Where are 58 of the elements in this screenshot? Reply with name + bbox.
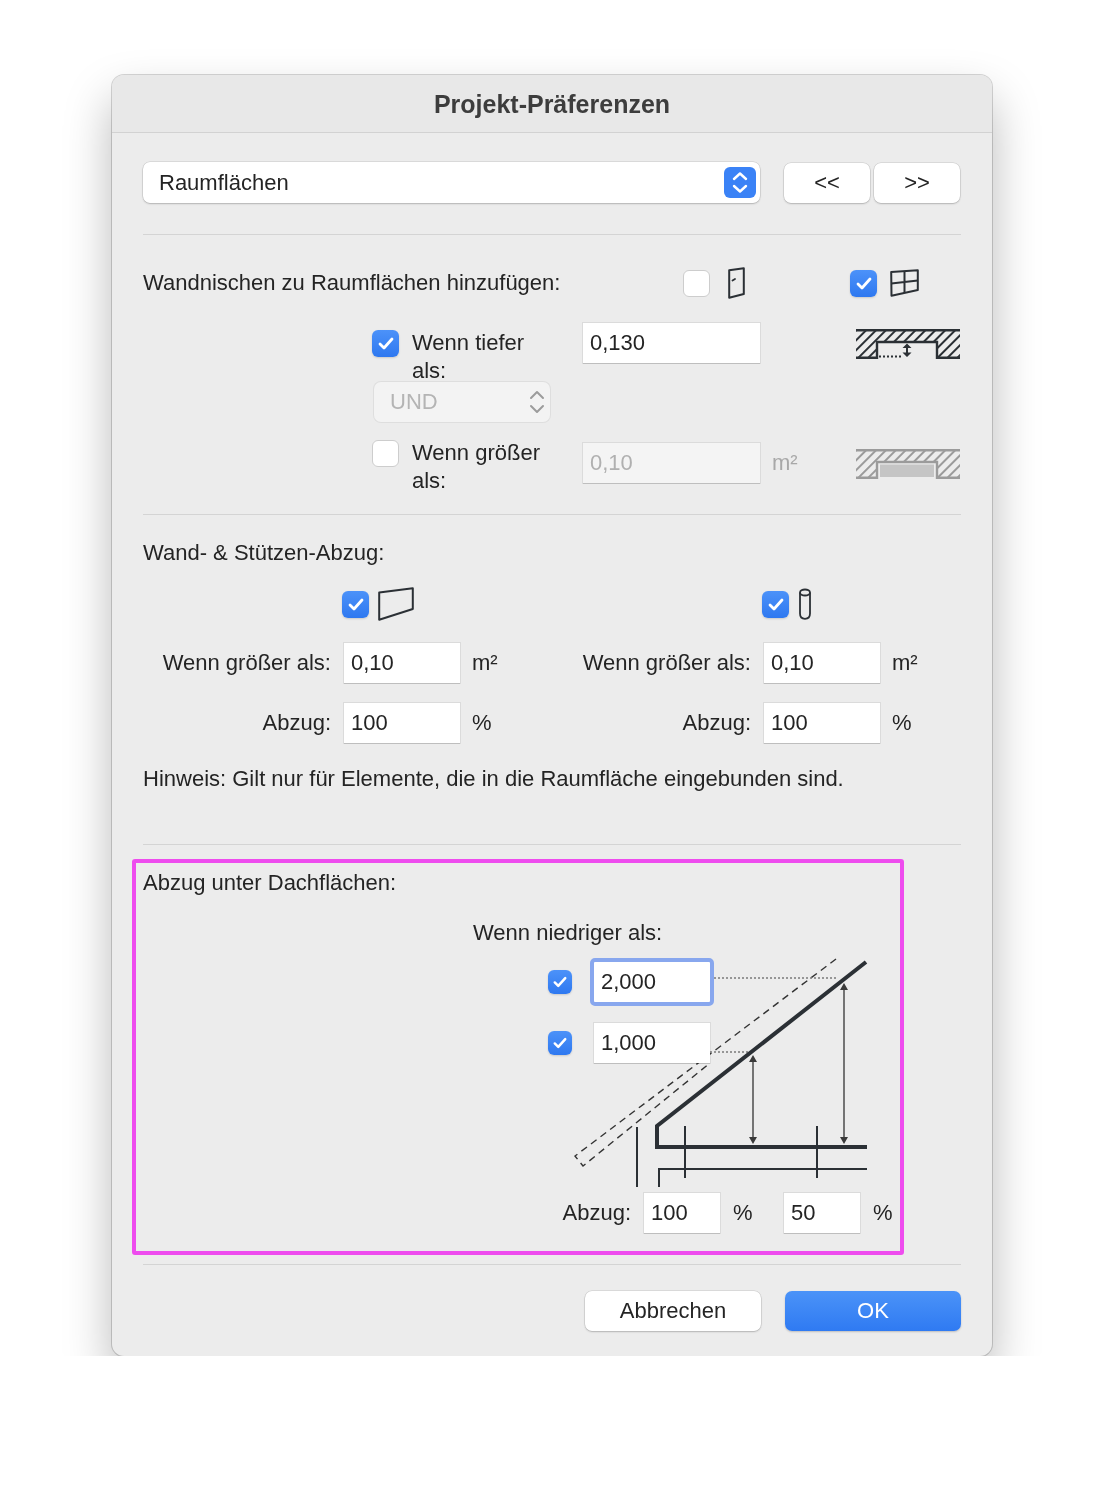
previous-page-button[interactable]: <<	[784, 162, 870, 203]
text-field[interactable]: 0,10	[764, 643, 880, 683]
field-label: Abzug:	[682, 709, 751, 737]
checkmark-icon	[377, 337, 394, 350]
field-label: Wenn größer als:	[412, 439, 541, 495]
unit-label: %	[873, 1199, 894, 1227]
checkmark-icon	[855, 276, 872, 290]
window-icon	[890, 269, 919, 297]
note-text: Hinweis: Gilt nur für Elemente, die in die Raumfläche eingebunden sind.	[143, 765, 845, 793]
checkmark-icon	[347, 597, 364, 611]
next-page-button[interactable]: >>	[874, 162, 960, 203]
unit-label: %	[733, 1199, 754, 1227]
field-label: Wenn niedriger als:	[472, 919, 664, 947]
page-dropdown[interactable]: Raumflächen	[143, 162, 760, 203]
unit-label: %	[472, 709, 493, 737]
unit-label: m²	[892, 649, 919, 677]
wall-icon	[378, 587, 414, 621]
section-label: Abzug unter Dachflächen:	[143, 869, 398, 897]
checkbox[interactable]	[548, 1031, 572, 1055]
door-icon	[728, 267, 745, 299]
checkbox[interactable]	[548, 970, 572, 994]
text-field[interactable]: 100	[344, 703, 460, 743]
wall-line	[636, 1126, 638, 1188]
unit-label: %	[892, 709, 913, 737]
tick-mark	[816, 1125, 818, 1179]
text-field[interactable]: 100	[644, 1193, 720, 1233]
column-icon	[798, 588, 812, 620]
checkbox[interactable]	[762, 590, 789, 618]
unit-label: m²	[472, 649, 499, 677]
checkbox[interactable]	[850, 269, 877, 297]
text-field[interactable]: 50	[784, 1193, 860, 1233]
text-field[interactable]: 100	[764, 703, 880, 743]
stepper-icon	[528, 389, 546, 415]
text-field[interactable]: 2,000	[590, 958, 714, 1006]
text-field[interactable]: 1,000	[594, 1023, 710, 1063]
checkmark-icon	[767, 597, 784, 611]
field-label: Wenn größer als:	[162, 649, 331, 677]
unit-label: m²	[771, 449, 799, 477]
checkbox[interactable]	[372, 330, 399, 357]
text-field[interactable]: 0,130	[583, 323, 760, 363]
cancel-button[interactable]: Abbrechen	[585, 1291, 761, 1331]
stepper-icon	[724, 167, 756, 198]
niche-depth-icon	[856, 329, 960, 359]
checkmark-icon	[553, 976, 567, 988]
text-field[interactable]: 0,10	[344, 643, 460, 683]
field-label: Abzug:	[262, 709, 331, 737]
section-label: Wandnischen zu Raumflächen hinzufügen:	[143, 269, 562, 297]
ok-button[interactable]: OK	[785, 1291, 961, 1331]
field-label: Wenn tiefer als:	[412, 329, 526, 385]
checkbox[interactable]	[683, 269, 710, 297]
tick-mark	[684, 1125, 686, 1179]
checkbox[interactable]	[342, 590, 369, 618]
window-title: Projekt-Präferenzen	[433, 88, 671, 119]
checkmark-icon	[553, 1037, 567, 1049]
field-label: Abzug:	[562, 1199, 631, 1227]
section-label: Wand- & Stützen-Abzug:	[143, 539, 386, 567]
niche-area-icon	[856, 449, 960, 479]
field-label: Wenn größer als:	[582, 649, 751, 677]
